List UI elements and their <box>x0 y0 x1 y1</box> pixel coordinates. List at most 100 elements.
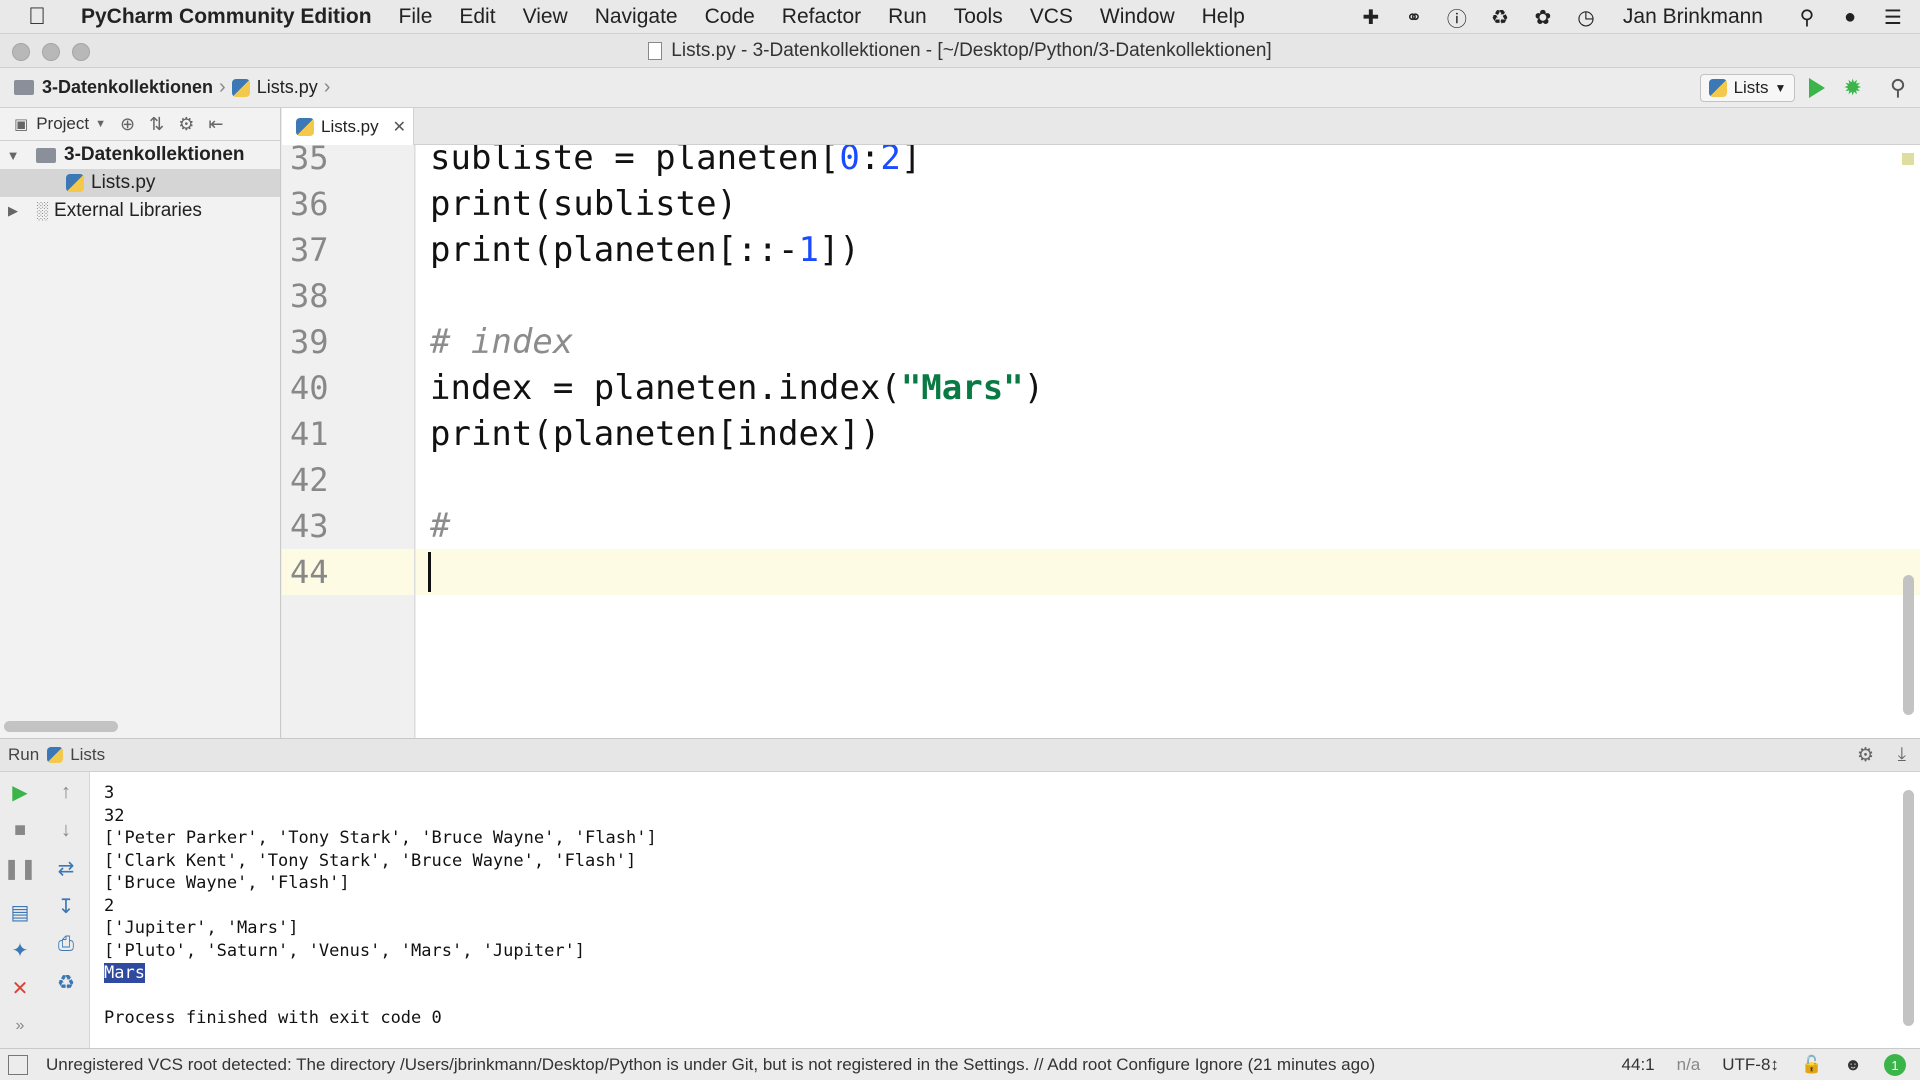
restore-layout-icon[interactable]: ▤ <box>6 898 34 926</box>
run-panel-config[interactable]: Lists <box>70 745 105 765</box>
play-icon[interactable] <box>1809 78 1826 98</box>
collapse-arrow-icon[interactable]: ▶ <box>2 203 24 219</box>
notification-center-icon[interactable]: ☰ <box>1880 4 1906 30</box>
console-line[interactable]: ['Peter Parker', 'Tony Stark', 'Bruce Wa… <box>104 827 657 849</box>
soft-wrap-icon[interactable]: ⇄ <box>52 854 80 882</box>
locate-icon[interactable]: ⊕ <box>120 114 135 135</box>
run-config-select[interactable]: Lists ▼ <box>1699 74 1796 102</box>
stop-icon[interactable]: ■ <box>6 816 34 844</box>
console-line[interactable]: Mars <box>104 962 145 984</box>
menu-code[interactable]: Code <box>705 5 755 29</box>
print-icon[interactable]: ⎙ <box>52 930 80 958</box>
tree-item-project-root[interactable]: ▼ 3-Datenkollektionen <box>0 141 280 169</box>
line-number[interactable]: 38 <box>282 273 414 319</box>
line-number[interactable]: 42 <box>282 457 414 503</box>
code-line[interactable]: index = planeten.index("Mars") <box>430 365 1044 411</box>
leaf-icon[interactable]: ✿ <box>1530 4 1556 30</box>
tree-item-lists-py[interactable]: Lists.py <box>0 169 280 197</box>
debug-icon[interactable]: ✹ <box>1843 75 1861 101</box>
line-number[interactable]: 43 <box>282 503 414 549</box>
minimize-window-button[interactable] <box>42 43 60 61</box>
breadcrumb-file[interactable]: Lists.py <box>257 77 318 98</box>
menu-run[interactable]: Run <box>888 5 927 29</box>
menu-refactor[interactable]: Refactor <box>782 5 861 29</box>
console-line[interactable]: ['Jupiter', 'Mars'] <box>104 917 298 939</box>
more-icon[interactable]: » <box>6 1012 34 1040</box>
console-line[interactable]: 3 <box>104 782 114 804</box>
trash-icon[interactable]: ♻ <box>52 968 80 996</box>
run-panel-label[interactable]: Run <box>8 745 39 765</box>
pin-icon[interactable]: ✦ <box>6 936 34 964</box>
console-vertical-scrollbar[interactable] <box>1903 790 1914 1026</box>
console-line[interactable]: ['Bruce Wayne', 'Flash'] <box>104 872 350 894</box>
warning-marker[interactable] <box>1902 153 1914 165</box>
console-line[interactable]: 32 <box>104 805 124 827</box>
code-line[interactable]: subliste = planeten[0:2] <box>430 145 921 181</box>
project-view-selector[interactable]: Project <box>36 114 89 134</box>
menu-window[interactable]: Window <box>1100 5 1175 29</box>
menu-vcs[interactable]: VCS <box>1030 5 1073 29</box>
file-encoding[interactable]: UTF-8↕ <box>1722 1055 1779 1075</box>
menu-help[interactable]: Help <box>1202 5 1245 29</box>
collapse-icon[interactable]: ⇅ <box>149 114 164 135</box>
menu-file[interactable]: File <box>399 5 433 29</box>
inspector-icon[interactable]: ☻ <box>1844 1055 1862 1075</box>
breadcrumb-folder[interactable]: 3-Datenkollektionen <box>42 77 213 98</box>
editor-vertical-scrollbar[interactable] <box>1903 575 1914 715</box>
spotlight-icon[interactable]: ⚲ <box>1794 4 1820 30</box>
scroll-to-end-icon[interactable]: ↧ <box>52 892 80 920</box>
alfred-icon[interactable]: ♻ <box>1487 4 1513 30</box>
expand-arrow-icon[interactable]: ▼ <box>2 148 24 163</box>
run-console-output[interactable]: 3 32 ['Peter Parker', 'Tony Stark', 'Bruce… <box>90 772 1920 1048</box>
scroll-up-icon[interactable]: ↑ <box>52 778 80 806</box>
user-name[interactable]: Jan Brinkmann <box>1623 5 1763 29</box>
scroll-down-icon[interactable]: ↓ <box>52 816 80 844</box>
code-line[interactable]: print(planeten[::-1]) <box>430 227 860 273</box>
password-icon[interactable]: ⓘ <box>1444 4 1470 31</box>
menu-app-name[interactable]: PyCharm Community Edition <box>81 5 372 29</box>
console-line[interactable]: Process finished with exit code 0 <box>104 1007 442 1029</box>
menu-tools[interactable]: Tools <box>954 5 1003 29</box>
apple-icon[interactable]:  <box>28 3 68 31</box>
time-machine-icon[interactable]: ◷ <box>1573 4 1599 30</box>
gear-icon[interactable]: ⚙ <box>1857 744 1874 767</box>
line-number[interactable]: 44 <box>282 549 414 595</box>
close-icon[interactable]: ✕ <box>6 974 34 1002</box>
tab-lists-py[interactable]: Lists.py ✕ <box>282 108 414 145</box>
line-number[interactable]: 39 <box>282 319 414 365</box>
event-log-icon[interactable]: 1 <box>1884 1054 1906 1076</box>
code-line[interactable]: print(subliste) <box>430 181 737 227</box>
status-message[interactable]: Unregistered VCS root detected: The dire… <box>46 1055 1375 1075</box>
menu-edit[interactable]: Edit <box>459 5 495 29</box>
plugin-icon[interactable]: ✚ <box>1358 4 1384 30</box>
close-icon[interactable]: ✕ <box>393 117 406 137</box>
line-number[interactable]: 37 <box>282 227 414 273</box>
code-editor[interactable]: subliste = planeten[0:2] print(subliste) p… <box>416 145 1920 738</box>
hide-panel-icon[interactable]: ⇤ <box>208 114 223 135</box>
siri-icon[interactable]: ● <box>1837 4 1863 30</box>
search-icon[interactable]: ⚲ <box>1890 75 1906 101</box>
console-line[interactable]: 2 <box>104 895 114 917</box>
toggle-tool-windows-icon[interactable] <box>8 1055 28 1075</box>
gear-icon[interactable]: ⚙ <box>178 114 194 135</box>
line-number[interactable]: 35 <box>282 145 414 181</box>
selected-text[interactable]: Mars <box>104 963 145 983</box>
code-line[interactable]: print(planeten[index]) <box>430 411 880 457</box>
console-line[interactable]: ['Clark Kent', 'Tony Stark', 'Bruce Wayn… <box>104 850 636 872</box>
menu-view[interactable]: View <box>523 5 568 29</box>
console-line[interactable]: ['Pluto', 'Saturn', 'Venus', 'Mars', 'Ju… <box>104 940 585 962</box>
line-number[interactable]: 40 <box>282 365 414 411</box>
project-horizontal-scrollbar[interactable] <box>4 721 118 732</box>
code-line[interactable]: # index <box>430 319 573 365</box>
hide-panel-icon[interactable]: ⤓ <box>1898 744 1906 766</box>
close-window-button[interactable] <box>12 43 30 61</box>
lock-icon[interactable]: 🔓 <box>1801 1055 1822 1075</box>
zoom-window-button[interactable] <box>72 43 90 61</box>
line-number[interactable]: 36 <box>282 181 414 227</box>
caret-position[interactable]: 44:1 <box>1622 1055 1655 1075</box>
pause-icon[interactable]: ❚❚ <box>3 854 37 882</box>
creative-cloud-icon[interactable]: ⚭ <box>1401 4 1427 30</box>
line-separator[interactable]: n/a <box>1677 1055 1701 1075</box>
chevron-down-icon[interactable]: ▼ <box>95 118 106 130</box>
code-line[interactable]: # <box>430 503 450 549</box>
